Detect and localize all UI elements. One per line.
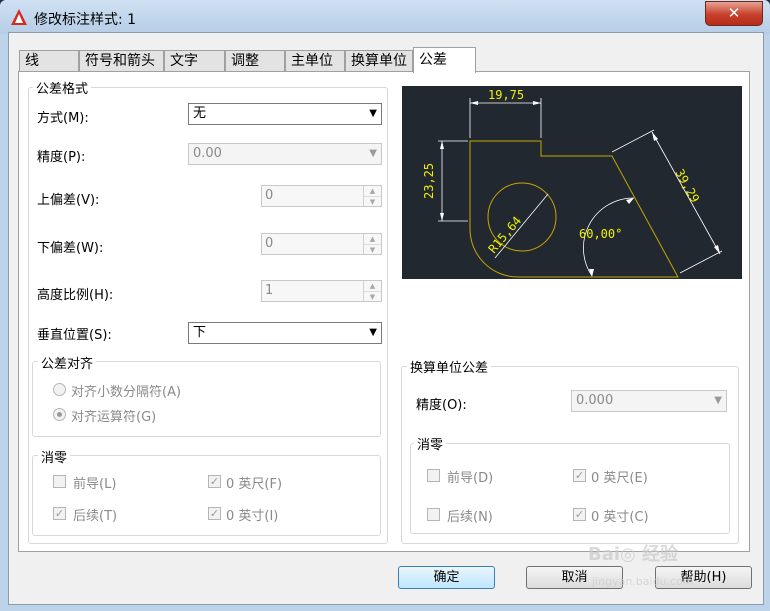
dim-angle-text: 60,00° — [579, 227, 622, 241]
tab-primary-units[interactable]: 主单位 — [285, 50, 345, 71]
spin-down-icon[interactable]: ▼ — [364, 196, 381, 207]
alt-inches-label: 0 英寸(C) — [591, 510, 649, 525]
inches-checkbox[interactable]: ✓ — [208, 507, 221, 520]
upper-deviation-value: 0 — [265, 188, 274, 203]
tab-alternate-units[interactable]: 换算单位 — [345, 50, 413, 71]
alt-trailing-label: 后续(N) — [447, 510, 493, 525]
tab-symbols-arrows[interactable]: 符号和箭头 — [79, 50, 164, 71]
feet-checkbox[interactable]: ✓ — [208, 475, 221, 488]
spinner-buttons[interactable]: ▲ ▼ — [363, 281, 381, 301]
spin-up-icon[interactable]: ▲ — [364, 234, 381, 244]
lower-deviation-value: 0 — [265, 236, 274, 251]
spinner-buttons[interactable]: ▲ ▼ — [363, 186, 381, 206]
alt-units-tolerance-legend: 换算单位公差 — [407, 357, 492, 376]
alt-precision-dropdown[interactable]: 0.000 ▼ — [571, 390, 727, 412]
height-scale-value: 1 — [265, 283, 274, 298]
tolerance-format-legend: 公差格式 — [33, 78, 92, 97]
tab-tolerances[interactable]: 公差 — [413, 47, 476, 73]
method-label: 方式(M): — [37, 111, 89, 126]
alt-precision-value: 0.000 — [576, 393, 614, 408]
baidu-watermark-url: jingyan.baidu.com — [592, 575, 694, 588]
spin-down-icon[interactable]: ▼ — [364, 244, 381, 255]
zero-suppression-legend: 消零 — [38, 447, 71, 466]
preview-part-outline — [469, 140, 679, 278]
lower-deviation-label: 下偏差(W): — [37, 241, 104, 256]
dialog-window: 修改标注样式: 1 ✕ 线 符号和箭头 文字 调整 主单位 换算单位 公差 公差… — [0, 0, 770, 611]
method-dropdown[interactable]: 无 ▼ — [188, 103, 382, 125]
dim-top-text: 19,75 — [488, 88, 524, 102]
alt-inches-checkbox[interactable]: ✓ — [573, 508, 586, 521]
alt-feet-checkbox[interactable]: ✓ — [573, 469, 586, 482]
window-title: 修改标注样式: 1 — [34, 12, 137, 28]
dim-radius-text: R15,64 — [486, 214, 525, 256]
align-decimal-radio[interactable] — [53, 383, 66, 396]
dim-diag-text: 39,29 — [672, 167, 702, 205]
trailing-checkbox[interactable]: ✓ — [53, 507, 66, 520]
precision-dropdown[interactable]: 0.00 ▼ — [188, 143, 382, 165]
dimension-preview: 19,75 23,25 39,29 R15,64 60,00° — [402, 86, 742, 279]
feet-label: 0 英尺(F) — [226, 477, 283, 492]
alt-precision-label: 精度(O): — [416, 398, 467, 413]
tab-lines[interactable]: 线 — [19, 50, 79, 71]
alt-leading-label: 前导(D) — [447, 471, 494, 486]
chevron-down-icon: ▼ — [369, 148, 377, 159]
precision-label: 精度(P): — [37, 150, 86, 165]
method-value: 无 — [193, 106, 207, 121]
lower-deviation-spinner[interactable]: 0 ▲ ▼ — [261, 233, 382, 255]
trailing-label: 后续(T) — [73, 509, 118, 524]
vertical-position-value: 下 — [193, 325, 207, 340]
align-operator-radio[interactable] — [53, 408, 66, 421]
alt-zero-suppression-legend: 消零 — [414, 434, 447, 453]
close-button[interactable]: ✕ — [705, 1, 763, 26]
dim-left-text: 23,25 — [422, 163, 436, 199]
chevron-down-icon: ▼ — [369, 327, 377, 338]
upper-deviation-label: 上偏差(V): — [37, 193, 100, 208]
chevron-down-icon: ▼ — [714, 395, 722, 406]
tab-text[interactable]: 文字 — [164, 50, 225, 71]
height-scale-label: 高度比例(H): — [37, 288, 114, 303]
align-operator-label: 对齐运算符(G) — [71, 410, 157, 425]
vertical-position-label: 垂直位置(S): — [37, 328, 112, 343]
upper-deviation-spinner[interactable]: 0 ▲ ▼ — [261, 185, 382, 207]
spinner-buttons[interactable]: ▲ ▼ — [363, 234, 381, 254]
spin-up-icon[interactable]: ▲ — [364, 186, 381, 196]
alt-trailing-checkbox[interactable] — [427, 508, 440, 521]
vertical-position-dropdown[interactable]: 下 ▼ — [188, 322, 382, 344]
alt-feet-label: 0 英尺(E) — [591, 471, 648, 486]
leading-checkbox[interactable] — [53, 475, 66, 488]
chevron-down-icon: ▼ — [369, 108, 377, 119]
tolerance-alignment-legend: 公差对齐 — [38, 353, 97, 372]
leading-label: 前导(L) — [73, 477, 117, 492]
ok-button[interactable]: 确定 — [398, 566, 495, 589]
align-decimal-label: 对齐小数分隔符(A) — [71, 385, 182, 400]
tab-fit[interactable]: 调整 — [225, 50, 285, 71]
spin-down-icon[interactable]: ▼ — [364, 291, 381, 302]
autocad-app-icon — [11, 9, 27, 25]
title-bar[interactable]: 修改标注样式: 1 ✕ — [0, 0, 770, 34]
height-scale-spinner[interactable]: 1 ▲ ▼ — [261, 280, 382, 302]
alt-leading-checkbox[interactable] — [427, 469, 440, 482]
spin-up-icon[interactable]: ▲ — [364, 281, 381, 291]
baidu-watermark: Bai◎ 经验 — [588, 544, 679, 565]
inches-label: 0 英寸(I) — [226, 509, 279, 524]
precision-value: 0.00 — [193, 146, 222, 161]
